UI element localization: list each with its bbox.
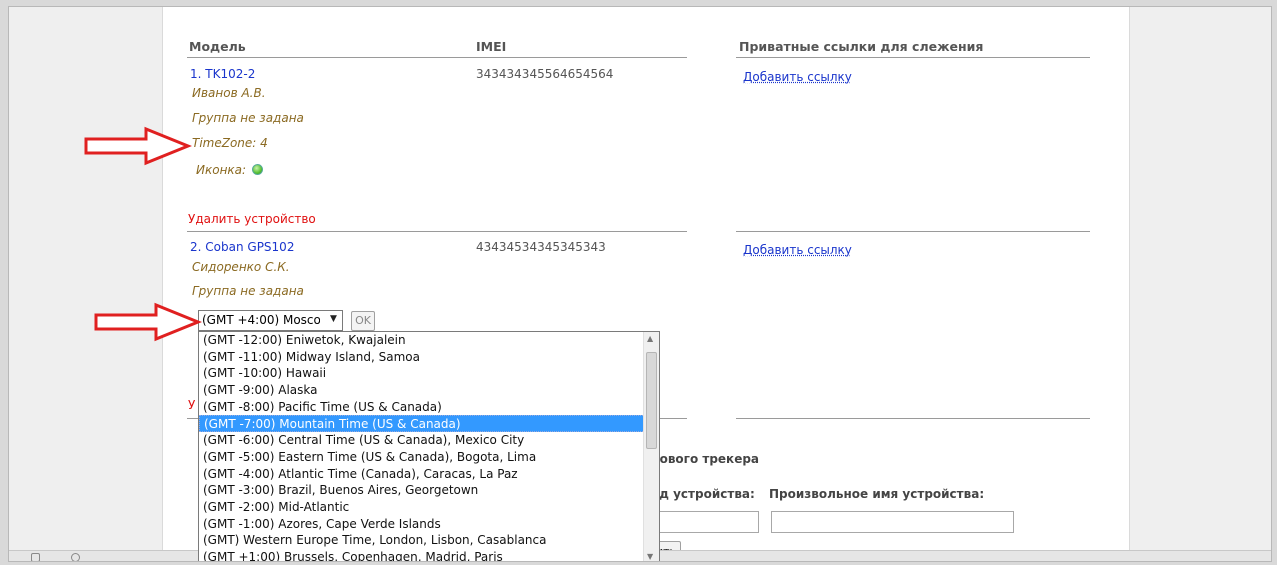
timezone-option[interactable]: (GMT -7:00) Mountain Time (US & Canada): [199, 415, 645, 433]
device-icon-row: Иконка:: [196, 163, 264, 177]
ok-button[interactable]: OK: [351, 311, 375, 331]
header-divider: [187, 57, 687, 58]
device-group: Группа не задана: [192, 111, 304, 125]
delete-device-link[interactable]: Удалить устройство: [188, 212, 316, 226]
device-name-input[interactable]: [771, 511, 1014, 533]
timezone-option[interactable]: (GMT -2:00) Mid-Atlantic: [199, 499, 645, 516]
device-group: Группа не задана: [192, 284, 304, 298]
left-margin-panel: [9, 7, 163, 561]
globe-icon[interactable]: [71, 553, 80, 561]
device-row-2: 2. Coban GPS102: [190, 240, 294, 254]
scroll-down-icon[interactable]: ▼: [647, 552, 653, 561]
timezone-option[interactable]: (GMT -10:00) Hawaii: [199, 365, 645, 382]
device-owner: Сидоренко С.К.: [192, 260, 290, 274]
timezone-selected-value: (GMT +4:00) Moscow: [202, 313, 320, 327]
add-link-button[interactable]: Добавить ссылку: [743, 70, 852, 84]
row-divider-2-right: [736, 418, 1090, 419]
scrollbar-thumb[interactable]: [646, 352, 657, 449]
timezone-option[interactable]: (GMT -11:00) Midway Island, Samoa: [199, 349, 645, 366]
add-tracker-title: рового трекера: [651, 452, 760, 466]
device-row-1: 1. TK102-2: [190, 67, 255, 81]
device-timezone[interactable]: TimeZone: 4: [192, 136, 268, 150]
device-number: 2.: [190, 240, 202, 254]
timezone-option[interactable]: (GMT -8:00) Pacific Time (US & Canada): [199, 399, 645, 416]
device-code-label: од устройства:: [651, 487, 755, 501]
device-name-link[interactable]: TK102-2: [205, 67, 255, 81]
timezone-option[interactable]: (GMT) Western Europe Time, London, Lisbo…: [199, 532, 645, 549]
device-number: 1.: [190, 67, 202, 81]
right-margin-panel: [1129, 7, 1271, 561]
scroll-up-icon[interactable]: ▲: [647, 334, 653, 343]
timezone-option[interactable]: (GMT -12:00) Eniwetok, Kwajalein: [199, 332, 645, 349]
device-name-label: Произвольное имя устройства:: [769, 487, 985, 501]
header-private-links: Приватные ссылки для слежения: [739, 39, 984, 54]
timezone-option[interactable]: (GMT -4:00) Atlantic Time (Canada), Cara…: [199, 466, 645, 483]
red-arrow-annotation-icon: [94, 302, 202, 342]
device-owner: Иванов А.В.: [192, 86, 266, 100]
timezone-option[interactable]: (GMT -1:00) Azores, Cape Verde Islands: [199, 516, 645, 533]
header-divider-right: [736, 57, 1090, 58]
delete-device-link-partial[interactable]: У: [188, 398, 195, 412]
timezone-select[interactable]: (GMT +4:00) Moscow ▼: [198, 310, 343, 331]
browser-window: Модель IMEI Приватные ссылки для слежени…: [8, 6, 1272, 562]
chevron-down-icon[interactable]: ▼: [327, 314, 340, 328]
row-divider-right: [736, 231, 1090, 232]
bookmark-icon[interactable]: [31, 553, 40, 561]
timezone-option[interactable]: (GMT -5:00) Eastern Time (US & Canada), …: [199, 449, 645, 466]
device-name-link[interactable]: Coban GPS102: [205, 240, 294, 254]
timezone-option[interactable]: (GMT -3:00) Brazil, Buenos Aires, George…: [199, 482, 645, 499]
icon-label: Иконка:: [196, 163, 247, 177]
header-imei: IMEI: [476, 39, 507, 54]
timezone-dropdown-list[interactable]: (GMT -12:00) Eniwetok, Kwajalein (GMT -11…: [198, 331, 660, 561]
red-arrow-annotation-icon: [84, 126, 192, 166]
device-imei: 43434534345345343: [476, 240, 606, 254]
add-link-button[interactable]: Добавить ссылку: [743, 243, 852, 257]
green-circle-icon[interactable]: [252, 164, 264, 175]
timezone-option[interactable]: (GMT -6:00) Central Time (US & Canada), …: [199, 432, 645, 449]
dropdown-scrollbar[interactable]: ▲ ▼: [643, 332, 659, 561]
row-divider: [187, 231, 687, 232]
timezone-option[interactable]: (GMT +1:00) Brussels, Copenhagen, Madrid…: [199, 549, 645, 561]
device-code-input[interactable]: [651, 511, 759, 533]
header-model: Модель: [189, 39, 246, 54]
timezone-option[interactable]: (GMT -9:00) Alaska: [199, 382, 645, 399]
device-imei: 343434345564654564: [476, 67, 614, 81]
